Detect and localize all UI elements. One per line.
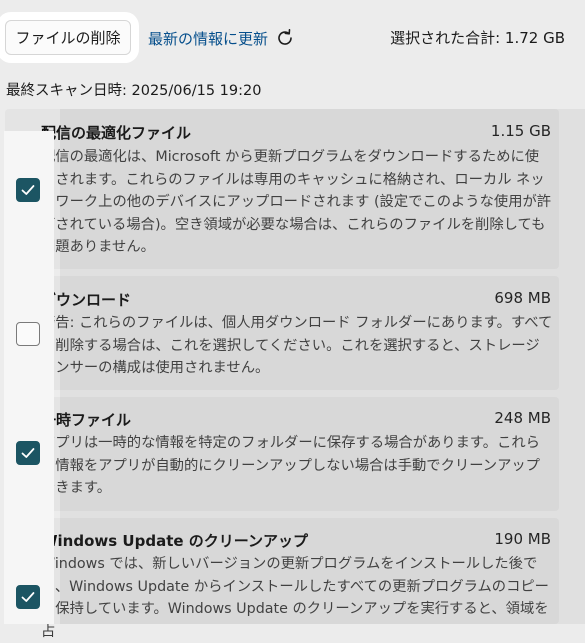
refresh-label: 最新の情報に更新 (148, 29, 269, 48)
checkbox-downloads[interactable] (16, 322, 40, 346)
item-size: 190 MB (494, 530, 551, 548)
last-scan-time: 最終スキャン日時: 2025/06/15 19:20 (6, 83, 262, 99)
toolbar: ファイルの削除 最新の情報に更新 選択された合計: 1.72 GB (0, 0, 585, 76)
item-size: 698 MB (494, 289, 551, 307)
refresh-link[interactable]: 最新の情報に更新 (148, 26, 296, 50)
item-title: 一時ファイル (41, 411, 132, 429)
item-description: アプリは一時的な情報を特定のフォルダーに保存する場合があります。これらの情報をア… (41, 435, 540, 496)
list-item: ダウンロード 698 MB 警告: これらのファイルは、個人用ダウンロード フォ… (5, 276, 559, 390)
item-size: 1.15 GB (490, 122, 551, 140)
item-description: Windows では、新しいバージョンの更新プログラムをインストールした後でも、… (41, 556, 549, 640)
selected-total: 選択された合計: 1.72 GB (390, 29, 565, 47)
item-size: 248 MB (494, 409, 551, 427)
list-item: 配信の最適化ファイル 1.15 GB 配信の最適化は、Microsoft から更… (5, 109, 559, 269)
checkbox-temporary-files[interactable] (16, 441, 40, 465)
item-title: 配信の最適化ファイル (41, 124, 192, 142)
item-description: 警告: これらのファイルは、個人用ダウンロード フォルダーにあります。すべてを削… (41, 315, 553, 376)
checkbox-cell (4, 518, 54, 624)
item-title: Windows Update のクリーンアップ (41, 532, 309, 550)
checkbox-cell (4, 131, 54, 269)
list-item: Windows Update のクリーンアップ 190 MB Windows で… (5, 518, 559, 640)
item-description: 配信の最適化は、Microsoft から更新プログラムをダウンロードするために使… (41, 149, 552, 255)
checkbox-windows-update-cleanup[interactable] (16, 585, 40, 609)
checkmark-icon (21, 185, 35, 195)
checkbox-cell (4, 269, 54, 397)
checkmark-icon (21, 592, 35, 602)
delete-files-button[interactable]: ファイルの削除 (5, 20, 131, 55)
refresh-icon[interactable] (274, 27, 296, 49)
item-title: ダウンロード (41, 291, 132, 309)
list-item: 一時ファイル 248 MB アプリは一時的な情報を特定のフォルダーに保存する場合… (5, 397, 559, 511)
checkbox-delivery-optimization[interactable] (16, 178, 40, 202)
checkbox-cell (4, 397, 54, 518)
checkmark-icon (21, 448, 35, 458)
